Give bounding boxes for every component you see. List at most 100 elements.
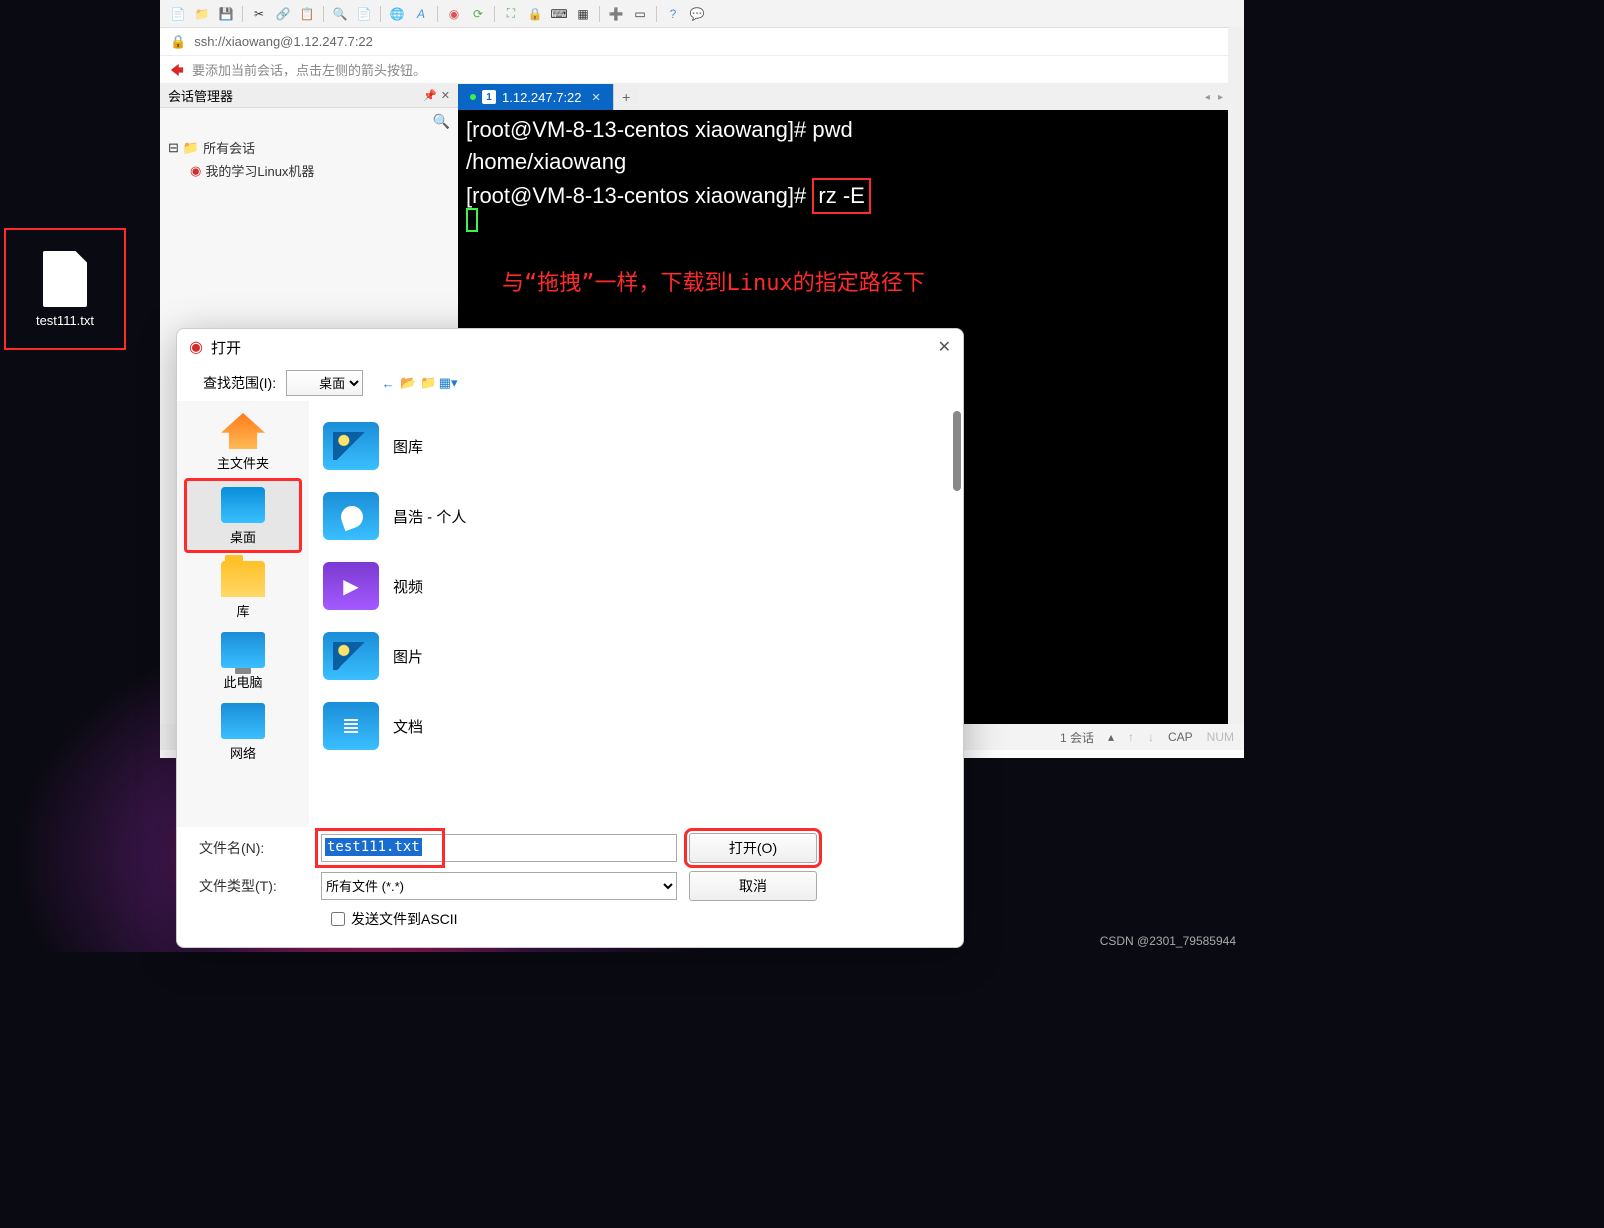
arrow-down-icon[interactable]: ↓: [1148, 730, 1154, 744]
tab-prev-icon[interactable]: ◂: [1205, 92, 1210, 103]
globe-icon[interactable]: 🌐: [387, 4, 407, 24]
status-num: NUM: [1207, 730, 1234, 744]
status-sessions[interactable]: 1 会话: [1060, 729, 1094, 746]
hint-bar: 要添加当前会话，点击左侧的箭头按钮。: [160, 56, 1244, 84]
tab-close-icon[interactable]: ✕: [592, 91, 601, 104]
pictures2-folder-icon: [323, 632, 379, 680]
dialog-close-button[interactable]: ✕: [938, 337, 951, 357]
session-icon: ◉: [190, 163, 201, 179]
folder2-icon[interactable]: ▭: [630, 4, 650, 24]
back-icon[interactable]: ←: [379, 374, 397, 392]
filename-label: 文件名(N):: [199, 838, 309, 858]
swirl-icon[interactable]: ◉: [444, 4, 464, 24]
lock-icon[interactable]: 🔒: [525, 4, 545, 24]
places-bar: 主文件夹 桌面 库 此电脑 网络: [177, 401, 309, 827]
up-icon[interactable]: 📂: [399, 374, 417, 392]
list-item[interactable]: 昌浩 - 个人: [315, 481, 957, 551]
cut-icon[interactable]: ✂: [249, 4, 269, 24]
tab-next-icon[interactable]: ▸: [1218, 92, 1223, 103]
libraries-icon: [221, 561, 265, 597]
search-icon[interactable]: 🔍: [330, 4, 350, 24]
filelist-scrollbar[interactable]: [953, 411, 961, 491]
open-icon[interactable]: 📁: [192, 4, 212, 24]
lookin-tools: ← 📂 📁 ▦▾: [379, 374, 457, 392]
terminal-cursor: [466, 208, 478, 232]
place-network[interactable]: 网络: [184, 697, 302, 766]
expand-icon[interactable]: ⛶: [501, 4, 521, 24]
add-icon[interactable]: ➕: [606, 4, 626, 24]
lock-small-icon: 🔒: [170, 34, 186, 50]
home-icon: [221, 413, 265, 449]
views-icon[interactable]: ▦▾: [439, 374, 457, 392]
tree-session-item[interactable]: ◉我的学习Linux机器: [168, 159, 458, 182]
place-home[interactable]: 主文件夹: [184, 407, 302, 476]
session-manager-header: 会话管理器 📌 ✕: [160, 84, 458, 108]
place-thispc[interactable]: 此电脑: [184, 626, 302, 695]
filename-selection: test111.txt: [325, 838, 422, 856]
terminal-tabs: 1 1.12.247.7:22 ✕ + ◂▸▾: [458, 84, 1244, 110]
terminal-tab-active[interactable]: 1 1.12.247.7:22 ✕: [458, 84, 613, 110]
main-toolbar: 📄📁💾 ✂🔗📋 🔍📄 🌐A ◉⟳ ⛶🔒⌨▦ ➕▭ ?💬: [160, 0, 1244, 28]
lookin-row: 查找范围(I): 🖥 桌面 ← 📂 📁 ▦▾: [177, 365, 963, 401]
dialog-bottom: 文件名(N): test111.txt 打开(O) 文件类型(T): 所有文件 …: [177, 827, 963, 947]
terminal-scrollbar[interactable]: [1228, 26, 1244, 724]
list-item[interactable]: 图库: [315, 411, 957, 481]
status-dot-icon: [470, 94, 476, 100]
lookin-label: 查找范围(I):: [203, 373, 276, 393]
list-item[interactable]: 文档: [315, 691, 957, 761]
close-panel-icon[interactable]: ✕: [441, 89, 450, 102]
network-icon: [221, 703, 265, 739]
watermark: CSDN @2301_79585944: [1100, 934, 1236, 948]
newfolder-icon[interactable]: 📁: [419, 374, 437, 392]
filetype-select[interactable]: 所有文件 (*.*): [321, 872, 677, 900]
magnifier-icon: 🔍: [433, 113, 450, 130]
list-item[interactable]: 图片: [315, 621, 957, 691]
session-search[interactable]: 🔍: [160, 108, 458, 134]
terminal-line: /home/xiaowang: [466, 146, 1236, 178]
tree-root[interactable]: ⊟📁所有会话: [168, 136, 458, 159]
link-icon[interactable]: 🔗: [273, 4, 293, 24]
desktop-file-label: test111.txt: [36, 313, 94, 328]
pc-icon: [221, 632, 265, 668]
session-manager-title: 会话管理器: [168, 86, 233, 105]
ascii-label: 发送文件到ASCII: [351, 909, 458, 929]
save-icon[interactable]: 💾: [216, 4, 236, 24]
copy-icon[interactable]: 📋: [297, 4, 317, 24]
pin-icon[interactable]: 📌: [423, 89, 437, 102]
file-list[interactable]: 图库 昌浩 - 个人 视频 图片 文档: [309, 401, 963, 827]
tab-add-button[interactable]: +: [613, 84, 639, 110]
bubble-icon[interactable]: 💬: [687, 4, 707, 24]
tab-label: 1.12.247.7:22: [502, 90, 582, 105]
place-libraries[interactable]: 库: [184, 555, 302, 624]
arrow-flag-icon: [170, 63, 184, 77]
text-file-icon: [43, 251, 87, 307]
refresh-icon[interactable]: ⟳: [468, 4, 488, 24]
desktop-file-highlighted[interactable]: test111.txt: [4, 228, 126, 350]
lookin-select[interactable]: 桌面: [286, 370, 363, 396]
chevron-up-icon[interactable]: ▴: [1108, 730, 1114, 744]
grid-icon[interactable]: ▦: [573, 4, 593, 24]
annotation-text: 与“拖拽”一样，下载到Linux的指定路径下: [502, 268, 925, 300]
open-file-dialog: ◉ 打开 ✕ 查找范围(I): 🖥 桌面 ← 📂 📁 ▦▾ 主文件夹 桌面 库 …: [176, 328, 964, 948]
address-bar[interactable]: 🔒 ssh://xiaowang@1.12.247.7:22 ▾: [160, 28, 1244, 56]
tab-number: 1: [482, 90, 496, 104]
font-icon[interactable]: A: [411, 4, 431, 24]
documents-folder-icon: [323, 702, 379, 750]
app-swirl-icon: ◉: [189, 337, 203, 357]
cancel-button[interactable]: 取消: [689, 871, 817, 901]
dialog-titlebar: ◉ 打开 ✕: [177, 329, 963, 365]
ascii-checkbox[interactable]: [331, 912, 345, 926]
place-desktop[interactable]: 桌面: [184, 478, 302, 553]
keyboard-icon[interactable]: ⌨: [549, 4, 569, 24]
terminal-line: [root@VM-8-13-centos xiaowang]# rz -E: [466, 178, 1236, 214]
arrow-up-icon[interactable]: ↑: [1128, 730, 1134, 744]
paste-icon[interactable]: 📄: [354, 4, 374, 24]
folder-icon: 📁: [183, 140, 199, 156]
highlighted-command: rz -E: [812, 178, 870, 214]
new-session-icon[interactable]: 📄: [168, 4, 188, 24]
hint-text: 要添加当前会话，点击左侧的箭头按钮。: [192, 60, 426, 79]
open-button[interactable]: 打开(O): [689, 833, 817, 863]
list-item[interactable]: 视频: [315, 551, 957, 621]
terminal-line: [root@VM-8-13-centos xiaowang]# pwd: [466, 114, 1236, 146]
help-icon[interactable]: ?: [663, 4, 683, 24]
